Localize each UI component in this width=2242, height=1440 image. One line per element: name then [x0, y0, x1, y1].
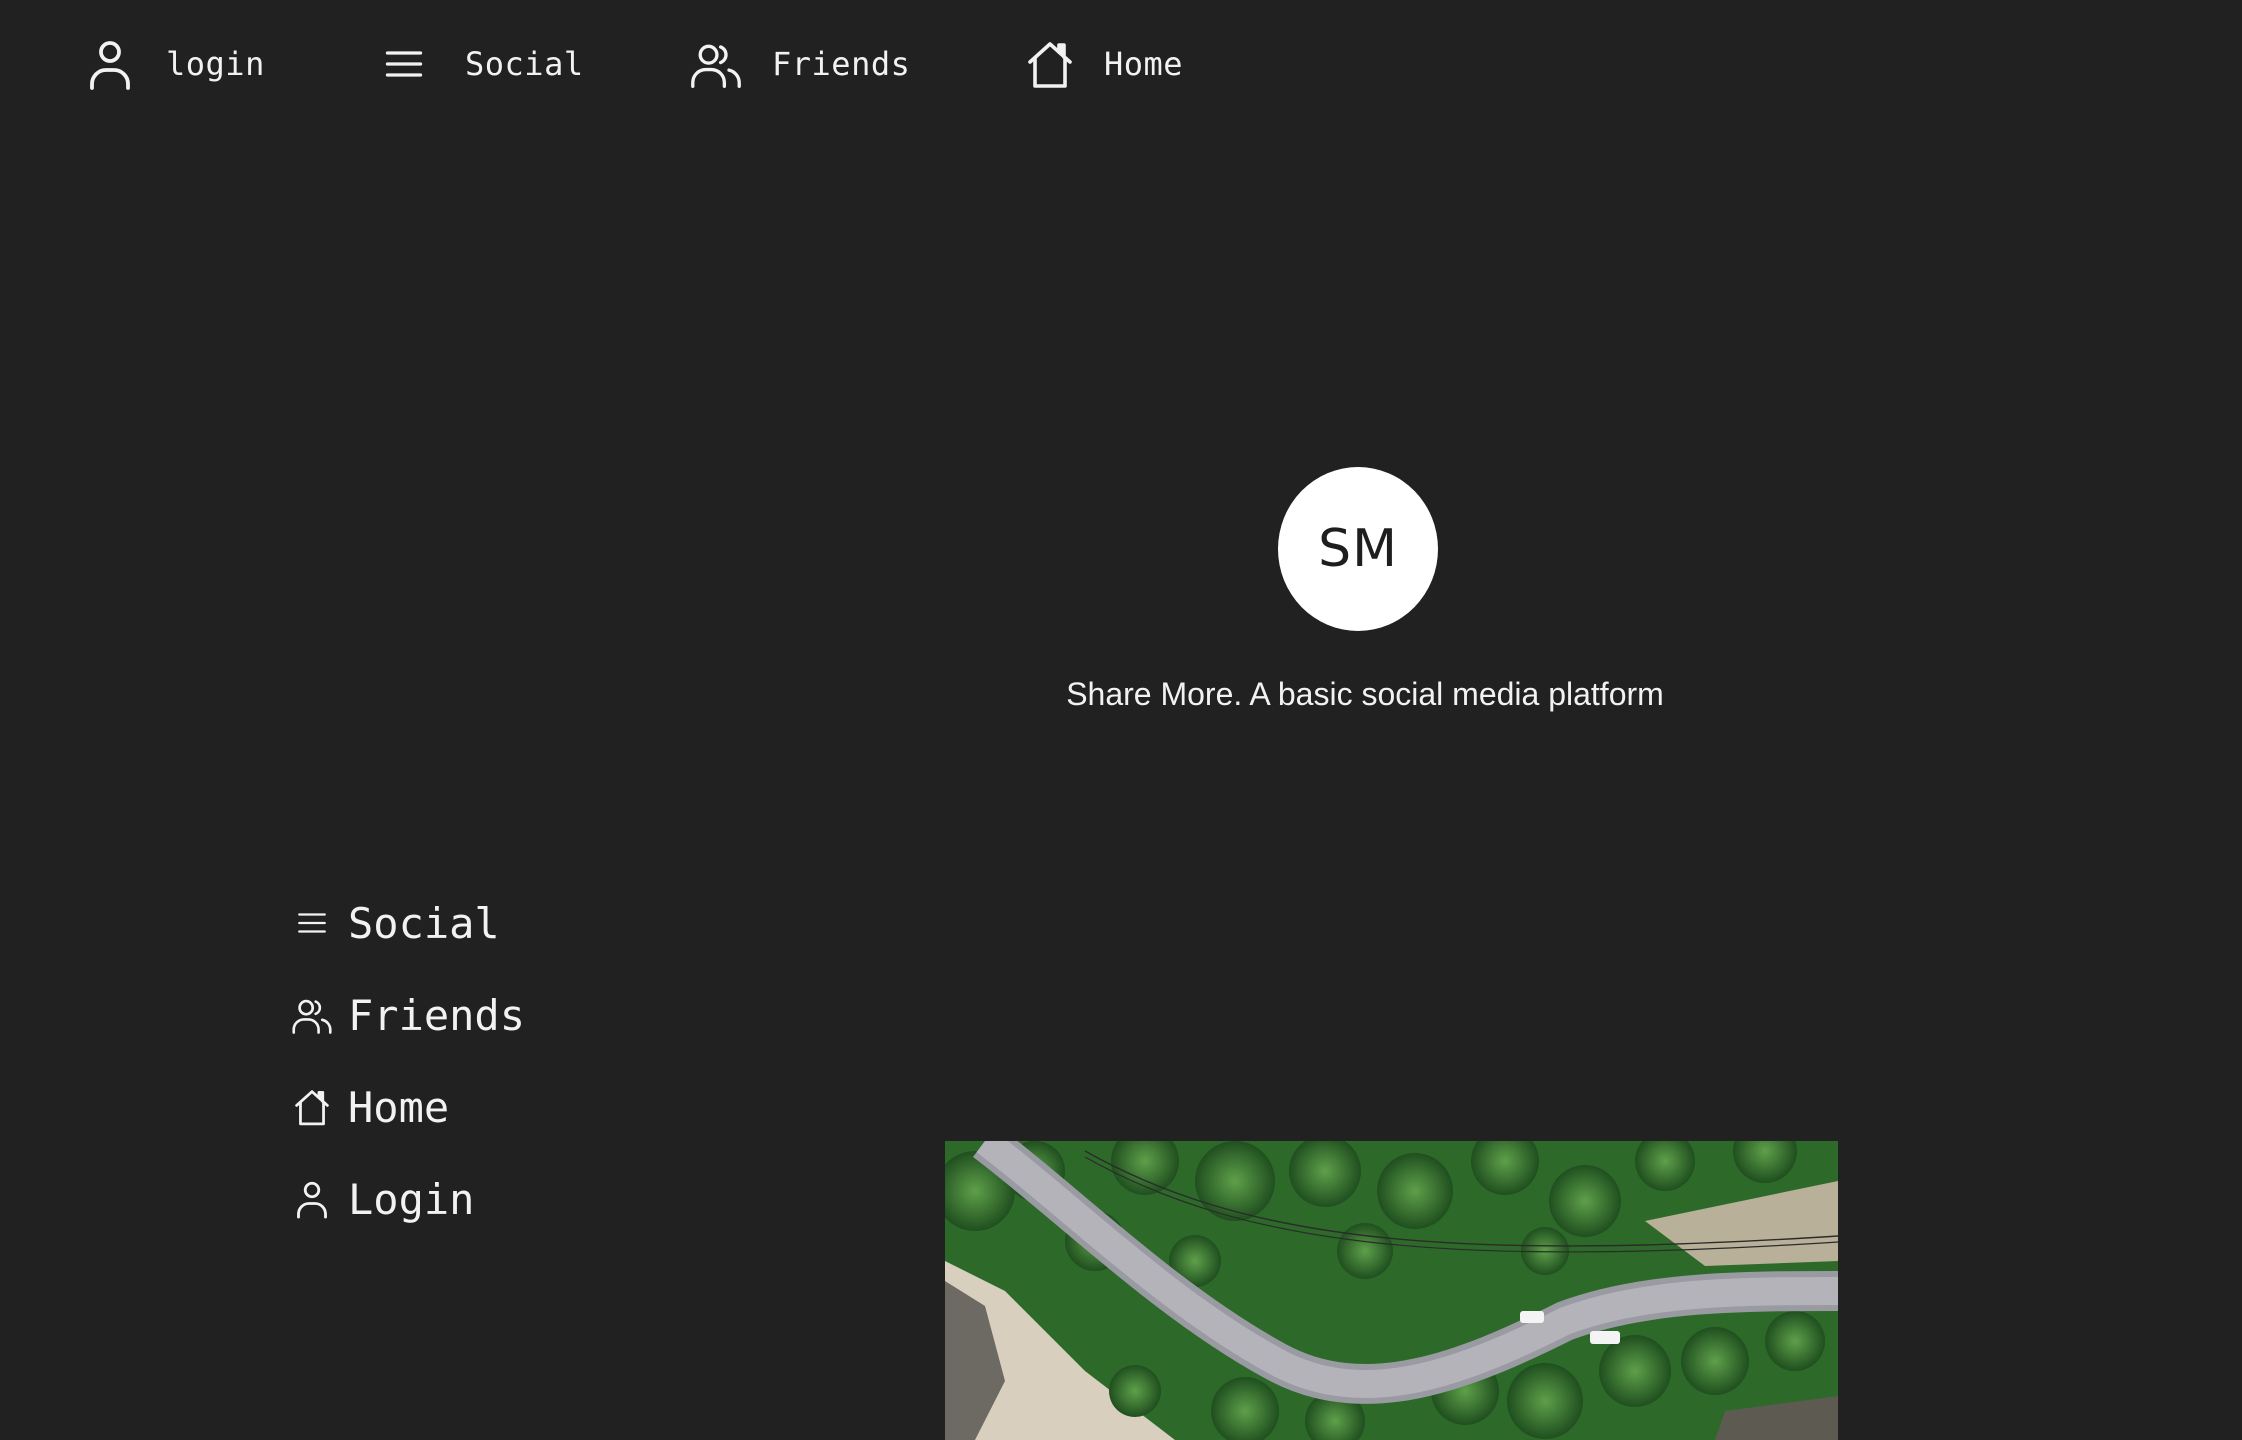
home-icon: [290, 1085, 334, 1129]
top-navigation: login Social Friends Home: [0, 0, 2242, 126]
topnav-home-link[interactable]: Home: [1024, 34, 1183, 94]
menu-icon: [290, 901, 334, 945]
menu-icon: [378, 38, 430, 90]
users-icon: [690, 38, 742, 90]
user-icon: [290, 1177, 334, 1221]
topnav-login-link[interactable]: login: [84, 34, 265, 94]
topnav-login-label: login: [166, 45, 265, 83]
sidenav-home-label: Home: [348, 1082, 450, 1132]
hero-photo: [945, 1141, 1838, 1440]
sidenav-friends-link[interactable]: Friends: [290, 980, 525, 1050]
sidenav-login-label: Login: [348, 1174, 475, 1224]
user-icon: [84, 38, 136, 90]
brand-logo: SM: [1278, 467, 1438, 631]
home-icon: [1024, 38, 1076, 90]
topnav-friends-label: Friends: [772, 45, 911, 83]
topnav-home-label: Home: [1104, 45, 1184, 83]
topnav-social-link[interactable]: Social: [378, 34, 584, 94]
sidenav-social-label: Social: [348, 898, 500, 948]
topnav-social-label: Social: [465, 45, 584, 83]
topnav-friends-link[interactable]: Friends: [690, 34, 910, 94]
users-icon: [290, 993, 334, 1037]
sidenav-social-link[interactable]: Social: [290, 888, 500, 958]
brand-logo-text: SM: [1318, 519, 1398, 579]
sidenav-friends-label: Friends: [348, 990, 526, 1040]
site-tagline: Share More. A basic social media platfor…: [1066, 676, 1664, 712]
sidenav-login-link[interactable]: Login: [290, 1164, 474, 1234]
sidenav-home-link[interactable]: Home: [290, 1072, 449, 1142]
